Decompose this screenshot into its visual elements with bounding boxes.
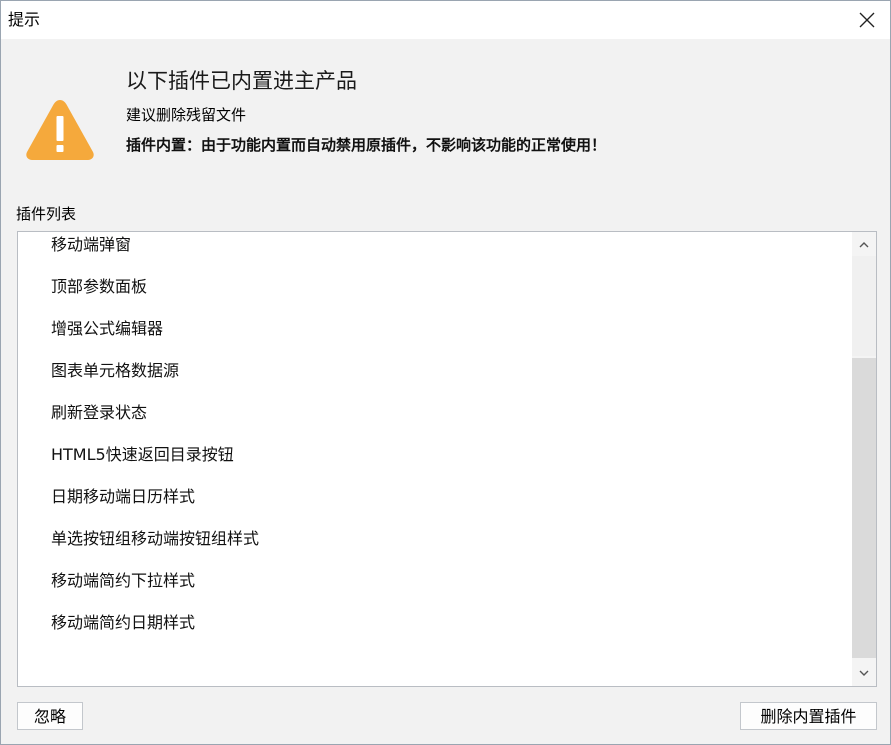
scroll-up-button[interactable] [852, 234, 876, 256]
list-item[interactable]: 移动端简约日期样式 [18, 602, 850, 644]
message-heading: 以下插件已内置进主产品 [126, 69, 357, 93]
list-item[interactable]: 增强公式编辑器 [18, 308, 850, 350]
chevron-up-icon [859, 242, 869, 248]
scroll-track[interactable] [852, 256, 876, 356]
close-button[interactable] [844, 1, 890, 39]
list-item[interactable]: 日期移动端日历样式 [18, 476, 850, 518]
list-item[interactable]: 移动端简约下拉样式 [18, 560, 850, 602]
message-subheading: 建议删除残留文件 [126, 106, 247, 124]
dialog-window: 提示 以下插件已内置进主产品 建议删除残留文件 插件内置：由于功能内置而自动禁用… [0, 0, 891, 745]
list-item[interactable]: 图表单元格数据源 [18, 350, 850, 392]
list-item[interactable]: 顶部参数面板 [18, 266, 850, 308]
list-item[interactable]: HTML5快速返回目录按钮 [18, 434, 850, 476]
ignore-button[interactable]: 忽略 [17, 702, 83, 730]
chevron-down-icon [859, 670, 869, 676]
delete-builtin-plugins-button[interactable]: 删除内置插件 [740, 702, 877, 730]
list-item[interactable]: 移动端弹窗 [18, 232, 850, 266]
warning-triangle-icon [26, 100, 94, 160]
message-note: 插件内置：由于功能内置而自动禁用原插件，不影响该功能的正常使用！ [126, 136, 607, 154]
title-bar: 提示 [1, 1, 890, 39]
close-icon [859, 12, 875, 28]
list-item[interactable]: 刷新登录状态 [18, 392, 850, 434]
plugin-list-items: 移动端弹窗 顶部参数面板 增强公式编辑器 图表单元格数据源 刷新登录状态 HTM… [18, 232, 850, 644]
scroll-thumb[interactable] [852, 358, 876, 658]
plugin-list[interactable]: 移动端弹窗 顶部参数面板 增强公式编辑器 图表单元格数据源 刷新登录状态 HTM… [17, 231, 877, 687]
plugin-list-label: 插件列表 [16, 205, 77, 223]
vertical-scrollbar[interactable] [852, 232, 876, 686]
scroll-down-button[interactable] [852, 662, 876, 684]
list-item[interactable]: 单选按钮组移动端按钮组样式 [18, 518, 850, 560]
window-title: 提示 [8, 10, 41, 29]
